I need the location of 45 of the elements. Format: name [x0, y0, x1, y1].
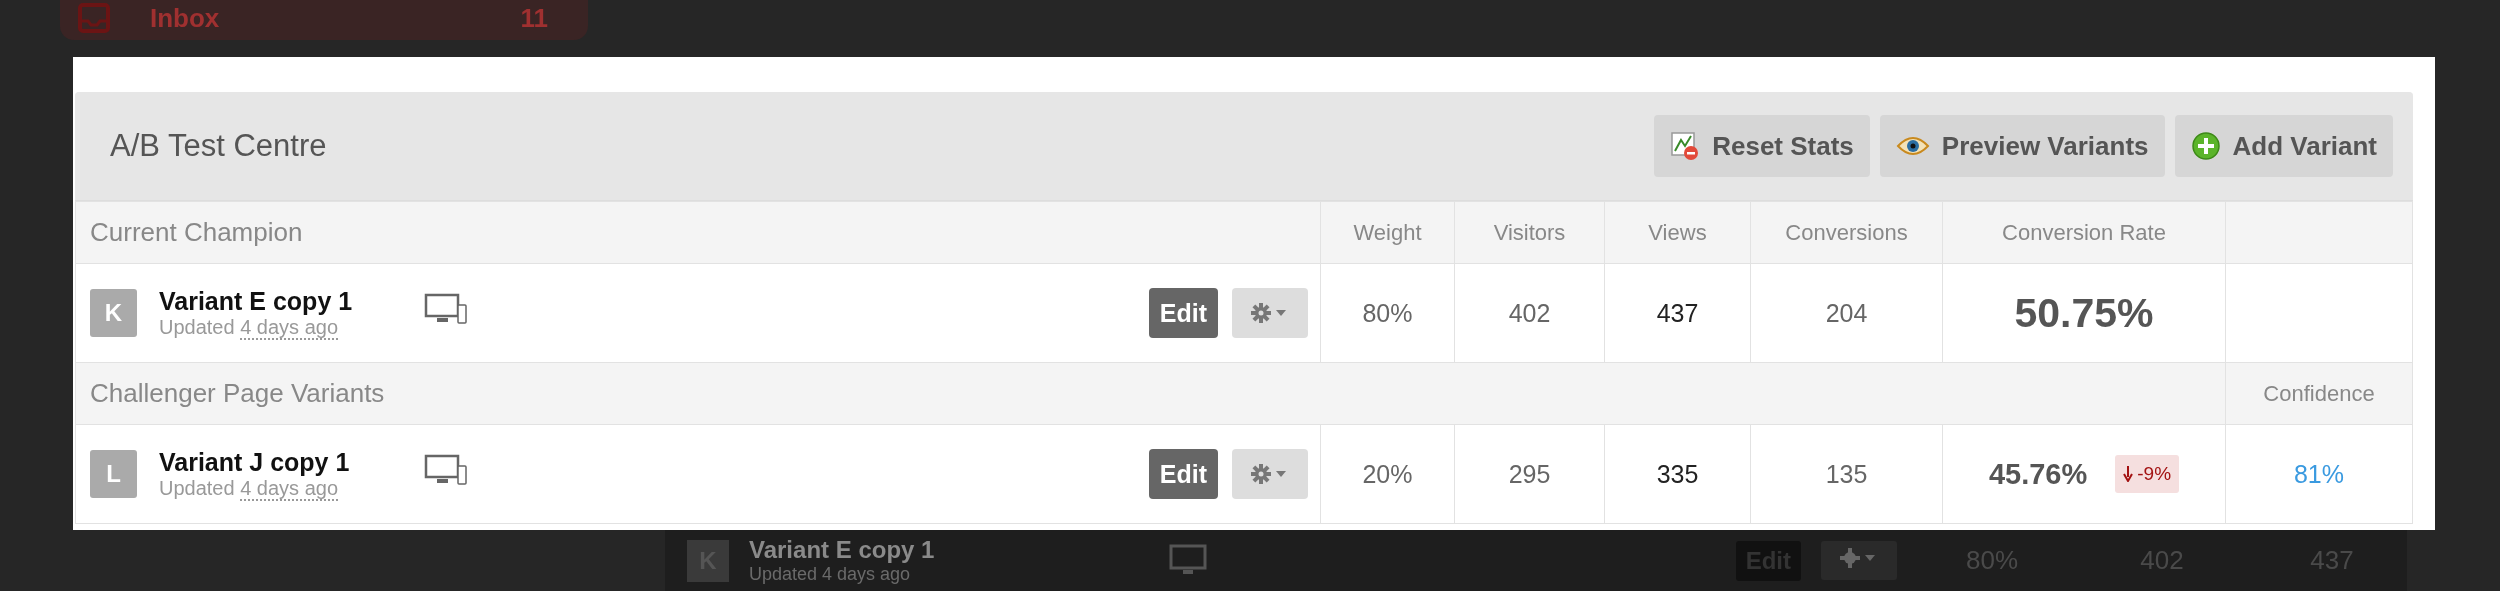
visitors-value: 295: [1508, 459, 1551, 488]
column-header: Weight: [1353, 219, 1422, 245]
weight-value: 80%: [1362, 298, 1413, 327]
chart-icon: [1670, 131, 1701, 161]
column-header: Conversion Rate: [2002, 219, 2166, 245]
column-header: Visitors: [1493, 219, 1566, 245]
views-value: 335: [1656, 459, 1699, 488]
eye-icon: [1895, 134, 1930, 158]
unread-count: 11: [520, 2, 548, 34]
updated-text: Updated 4 days ago: [159, 316, 340, 339]
edit-button[interactable]: Edit: [1148, 449, 1218, 499]
column-header: Views: [1648, 219, 1707, 245]
settings-dropdown[interactable]: [1232, 288, 1308, 338]
views-value: 437: [1656, 298, 1699, 327]
variant-avatar: K: [90, 289, 137, 337]
dialog-title: A/B Test Centre: [110, 128, 327, 164]
settings-dropdown[interactable]: [1232, 449, 1308, 499]
column-header: Confidence: [2263, 380, 2375, 406]
edit-button[interactable]: Edit: [1148, 288, 1218, 338]
reset-stats-button[interactable]: Reset Stats: [1654, 115, 1870, 177]
section-label: Challenger Page Variants: [90, 378, 385, 408]
conversions-value: 204: [1825, 298, 1868, 327]
conversions-value: 135: [1825, 459, 1868, 488]
variant-name: Variant E copy 1: [159, 287, 354, 316]
inbox-icon: [78, 3, 110, 33]
plus-icon: [2190, 131, 2221, 161]
settings-dropdown[interactable]: [1821, 541, 1897, 580]
variant-name: Variant J copy 1: [159, 448, 351, 477]
change-badge: -9%: [2115, 455, 2180, 493]
desktop-icon: [424, 454, 468, 488]
variant-avatar: L: [90, 450, 137, 498]
section-label: Current Champion: [90, 217, 303, 247]
weight-value: 20%: [1362, 459, 1413, 488]
updated-text: Updated 4 days ago: [159, 477, 340, 500]
conversion-rate: 45.76%: [1988, 457, 2088, 491]
preview-variants-button[interactable]: Preview Variants: [1879, 115, 2165, 177]
add-variant-button[interactable]: Add Variant: [2174, 115, 2393, 177]
visitors-value: 402: [1508, 298, 1551, 327]
desktop-icon: [424, 293, 468, 327]
confidence-value: 81%: [2293, 459, 2344, 488]
variant-name: Variant E copy 1: [749, 536, 936, 564]
column-header: Conversions: [1785, 219, 1908, 245]
conversion-rate: 50.75%: [2014, 289, 2154, 336]
sidebar-item-label: Inbox: [150, 2, 220, 34]
updated-text: Updated 4 days ago: [749, 564, 912, 585]
